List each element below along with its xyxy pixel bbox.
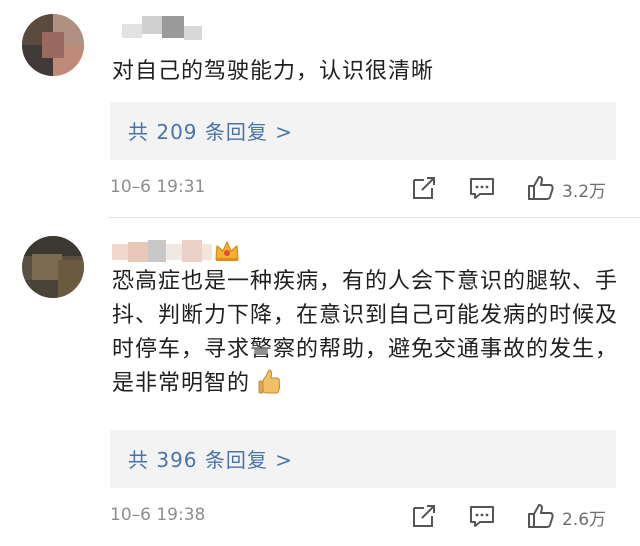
avatar[interactable] bbox=[22, 236, 84, 298]
timestamp: 10–6 19:31 bbox=[110, 177, 206, 197]
like-button[interactable] bbox=[526, 174, 556, 202]
replies-label: 共 396 条回复 > bbox=[128, 448, 294, 472]
username-blurred[interactable] bbox=[112, 238, 212, 268]
comment-icon bbox=[470, 178, 494, 199]
share-button[interactable] bbox=[410, 502, 440, 530]
view-replies-button[interactable]: 共 396 条回复 > bbox=[110, 430, 616, 488]
comment-button[interactable] bbox=[468, 174, 498, 202]
comment-text: 恐高症也是一种疾病，有的人会下意识的腿软、手抖、判断力下降，在意识到自己可能发病… bbox=[112, 265, 620, 401]
like-count: 3.2万 bbox=[562, 182, 607, 202]
crown-badge[interactable] bbox=[214, 239, 240, 263]
share-icon bbox=[413, 177, 435, 199]
thumbs-up-emoji bbox=[258, 369, 281, 394]
comment-button[interactable] bbox=[468, 502, 498, 530]
avatar[interactable] bbox=[22, 14, 84, 76]
share-button[interactable] bbox=[410, 174, 440, 202]
replies-label: 共 209 条回复 > bbox=[128, 120, 294, 144]
view-replies-button[interactable]: 共 209 条回复 > bbox=[110, 102, 616, 160]
comment-text-body: 恐高症也是一种疾病，有的人会下意识的腿软、手抖、判断力下降，在意识到自己可能发病… bbox=[112, 269, 619, 396]
comment-item: 恐高症也是一种疾病，有的人会下意识的腿软、手抖、判断力下降，在意识到自己可能发病… bbox=[0, 218, 640, 546]
share-icon bbox=[413, 505, 435, 527]
comment-meta: 10–6 19:38 2.6万 bbox=[110, 502, 620, 532]
username-blurred[interactable] bbox=[112, 14, 202, 44]
comment-list: 对自己的驾驶能力，认识很清晰 共 209 条回复 > 10–6 19:31 3.… bbox=[0, 0, 640, 546]
crown-icon bbox=[215, 241, 239, 261]
thumbs-up-icon bbox=[528, 176, 554, 200]
comment-meta: 10–6 19:31 3.2万 bbox=[110, 174, 620, 204]
thumbs-up-icon bbox=[528, 504, 554, 528]
comment-text: 对自己的驾驶能力，认识很清晰 bbox=[112, 59, 435, 84]
comment-item: 对自己的驾驶能力，认识很清晰 共 209 条回复 > 10–6 19:31 3.… bbox=[0, 0, 640, 217]
timestamp: 10–6 19:38 bbox=[110, 505, 206, 525]
like-button[interactable] bbox=[526, 502, 556, 530]
comment-icon bbox=[470, 506, 494, 527]
like-count: 2.6万 bbox=[562, 510, 607, 530]
